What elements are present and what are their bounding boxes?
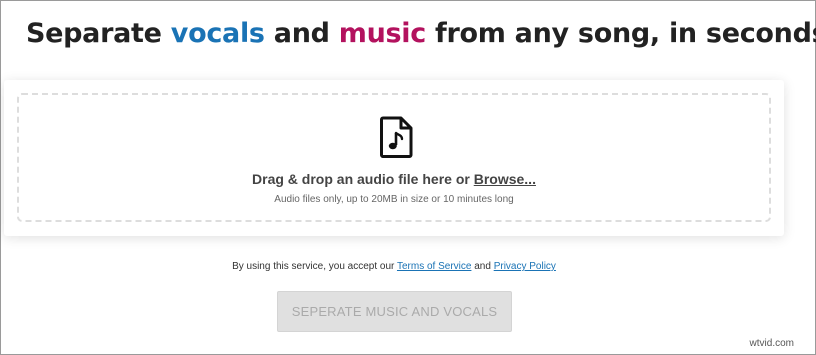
terms-and: and <box>471 261 494 272</box>
separate-button[interactable]: SEPERATE MUSIC AND VOCALS <box>277 291 512 332</box>
title-part-2: and <box>264 18 339 49</box>
terms-prefix: By using this service, you accept our <box>232 261 397 272</box>
page-title: Separate vocals and music from any song,… <box>26 18 816 49</box>
upload-card: Drag & drop an audio file here or Browse… <box>4 80 784 236</box>
terms-of-service-link[interactable]: Terms of Service <box>397 261 471 272</box>
watermark-text: wtvid.com <box>749 338 794 349</box>
privacy-policy-link[interactable]: Privacy Policy <box>494 261 556 272</box>
title-word-vocals: vocals <box>170 18 265 49</box>
title-part-3: from any song, in seconds! <box>425 18 816 49</box>
dropzone-prompt-text: Drag & drop an audio file here or <box>252 171 474 187</box>
dropzone-prompt: Drag & drop an audio file here or Browse… <box>19 171 769 187</box>
terms-notice: By using this service, you accept our Te… <box>0 261 788 272</box>
browse-link[interactable]: Browse... <box>474 171 536 187</box>
title-word-music: music <box>338 18 426 49</box>
dropzone-hint: Audio files only, up to 20MB in size or … <box>274 194 514 205</box>
title-part-1: Separate <box>26 18 171 49</box>
file-dropzone[interactable]: Drag & drop an audio file here or Browse… <box>17 93 771 222</box>
music-file-icon <box>380 116 413 158</box>
